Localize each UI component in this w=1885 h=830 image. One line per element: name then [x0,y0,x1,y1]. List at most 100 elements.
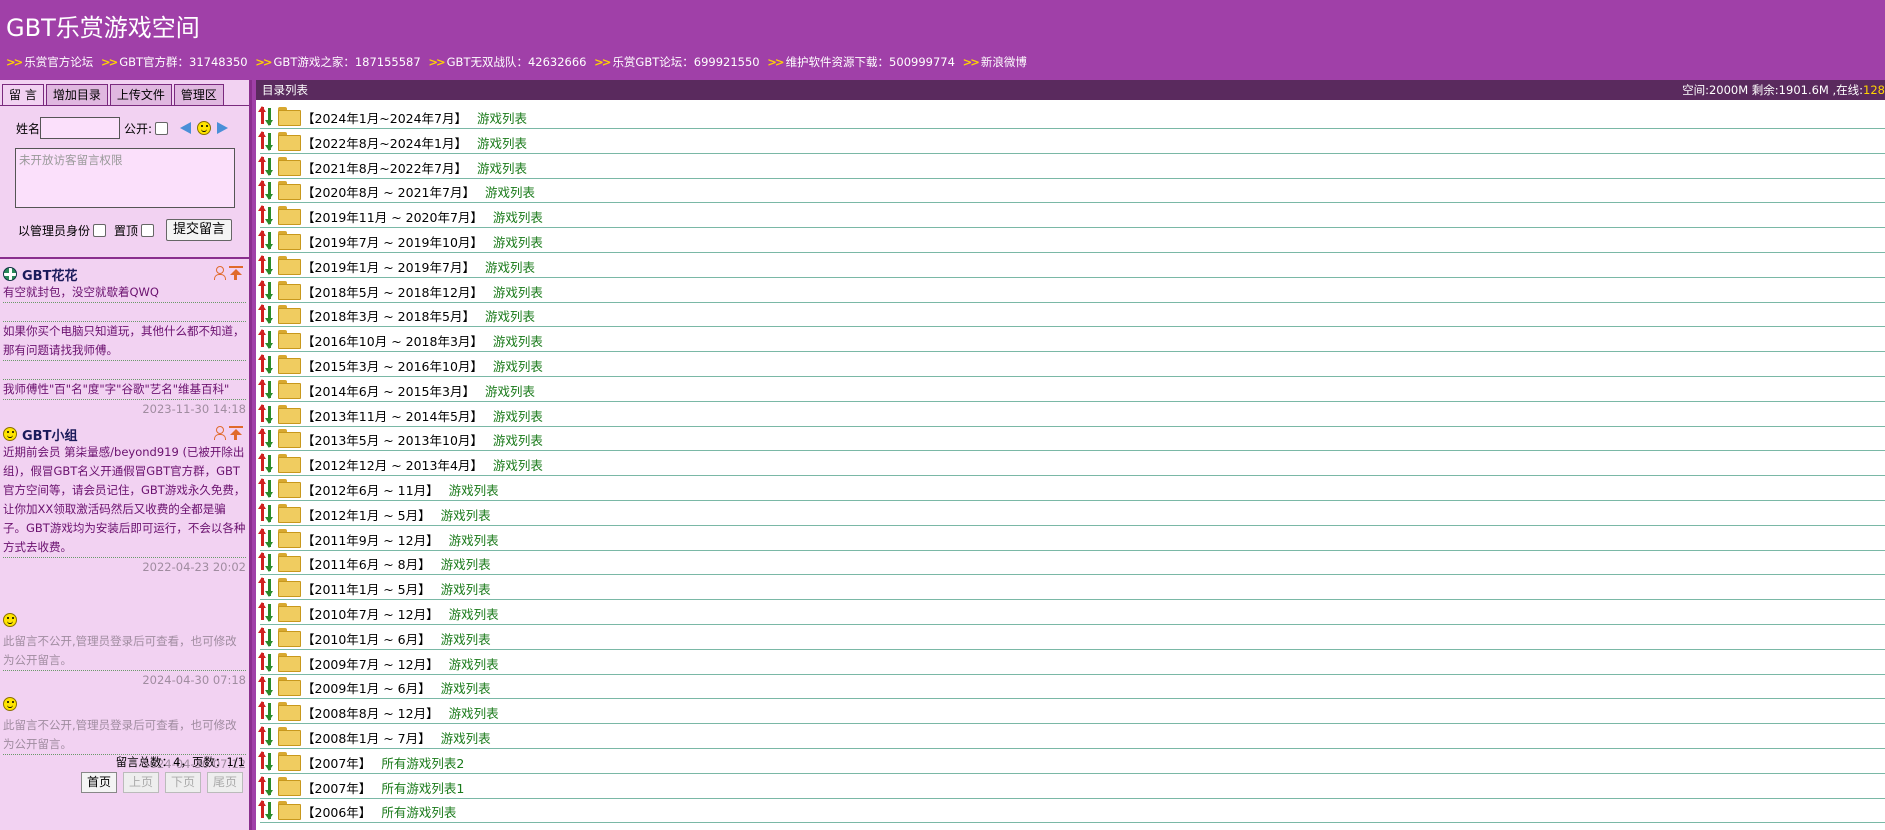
directory-name[interactable]: 【2019年7月 ~ 2019年10月】 [302,232,483,251]
folder-icon[interactable] [278,702,301,722]
game-list-link[interactable]: 游戏列表 [441,728,491,747]
directory-name[interactable]: 【2012年12月 ~ 2013年4月】 [302,455,483,474]
directory-name[interactable]: 【2013年11月 ~ 2014年5月】 [302,406,483,425]
folder-icon[interactable] [278,553,301,573]
folder-icon[interactable] [278,528,301,548]
sort-order-icon[interactable] [258,676,274,697]
sort-order-icon[interactable] [258,403,274,424]
game-list-link[interactable]: 游戏列表 [449,604,499,623]
directory-name[interactable]: 【2011年1月 ~ 5月】 [302,579,431,598]
folder-icon[interactable] [278,652,301,672]
folder-icon[interactable] [278,107,301,126]
folder-icon[interactable] [278,404,301,424]
folder-icon[interactable] [278,255,301,275]
directory-name[interactable]: 【2021年8月~2022年7月】 [302,158,467,177]
folder-icon[interactable] [278,751,301,771]
sort-order-icon[interactable] [258,180,274,201]
game-list-link[interactable]: 游戏列表 [477,133,527,152]
sort-order-icon[interactable] [258,527,274,548]
directory-name[interactable]: 【2010年7月 ~ 12月】 [302,604,439,623]
first-page-button[interactable]: 首页 [80,772,117,793]
folder-icon[interactable] [278,305,301,325]
sort-order-icon[interactable] [258,304,274,325]
sort-order-icon[interactable] [258,453,274,474]
prev-emoji-icon[interactable] [180,122,192,134]
game-list-link[interactable]: 游戏列表 [449,530,499,549]
directory-name[interactable]: 【2012年1月 ~ 5月】 [302,505,431,524]
game-list-link[interactable]: 游戏列表 [477,108,527,127]
header-link-weibo[interactable]: >> 新浪微博 [963,55,1027,69]
directory-name[interactable]: 【2007年】 [302,753,371,772]
game-list-link[interactable]: 游戏列表 [493,282,543,301]
game-list-link[interactable]: 游戏列表 [441,678,491,697]
game-list-link[interactable]: 游戏列表 [449,654,499,673]
admin-checkbox[interactable] [93,223,107,237]
folder-icon[interactable] [278,206,301,226]
folder-icon[interactable] [278,603,301,622]
tab-guestbook[interactable]: 留 言 [2,84,44,106]
folder-icon[interactable] [278,727,301,746]
folder-icon[interactable] [278,131,301,151]
game-list-link[interactable]: 游戏列表 [485,306,535,325]
game-list-link[interactable]: 游戏列表 [449,480,499,499]
sort-order-icon[interactable] [258,775,274,796]
directory-name[interactable]: 【2012年6月 ~ 11月】 [302,480,439,499]
pin-checkbox[interactable] [141,223,155,237]
game-list-link[interactable]: 所有游戏列表1 [381,778,464,797]
game-list-link[interactable]: 游戏列表 [493,207,543,226]
folder-icon[interactable] [278,379,301,399]
sort-order-icon[interactable] [258,378,274,399]
folder-icon[interactable] [278,627,301,647]
header-link-forum[interactable]: >> 乐赏官方论坛 [6,55,93,69]
game-list-link[interactable]: 游戏列表 [441,629,491,648]
folder-icon[interactable] [278,280,301,300]
sort-order-icon[interactable] [258,626,274,647]
sort-order-icon[interactable] [258,750,274,771]
game-list-link[interactable]: 游戏列表 [441,554,491,573]
game-list-link[interactable]: 游戏列表 [493,232,543,251]
smiley-icon[interactable] [197,121,212,135]
last-page-button[interactable]: 尾页 [206,772,243,793]
sort-order-icon[interactable] [258,230,274,250]
sort-order-icon[interactable] [258,726,274,746]
directory-name[interactable]: 【2019年1月 ~ 2019年7月】 [302,257,475,276]
message-textarea[interactable]: 未开放访客留言权限 [15,148,235,208]
game-list-link[interactable]: 游戏列表 [485,257,535,276]
folder-icon[interactable] [278,355,301,374]
folder-icon[interactable] [278,231,301,250]
game-list-link[interactable]: 游戏列表 [441,505,491,524]
directory-name[interactable]: 【2011年9月 ~ 12月】 [302,530,439,549]
directory-name[interactable]: 【2009年7月 ~ 12月】 [302,654,439,673]
directory-name[interactable]: 【2010年1月 ~ 6月】 [302,629,431,648]
sort-order-icon[interactable] [258,279,274,300]
sort-order-icon[interactable] [258,602,274,622]
game-list-link[interactable]: 游戏列表 [485,182,535,201]
header-link-home-group[interactable]: >> GBT游戏之家：187155587 [255,55,420,69]
directory-name[interactable]: 【2011年6月 ~ 8月】 [302,554,431,573]
sort-order-icon[interactable] [258,701,274,722]
directory-name[interactable]: 【2013年5月 ~ 2013年10月】 [302,430,483,449]
prev-page-button[interactable]: 上页 [122,772,159,793]
directory-name[interactable]: 【2015年3月 ~ 2016年10月】 [302,356,483,375]
directory-name[interactable]: 【2018年3月 ~ 2018年5月】 [302,306,475,325]
tab-upload[interactable]: 上传文件 [109,84,172,106]
tab-add-directory[interactable]: 增加目录 [45,84,108,106]
folder-icon[interactable] [278,429,301,449]
sort-order-icon[interactable] [258,478,274,498]
directory-name[interactable]: 【2016年10月 ~ 2018年3月】 [302,331,483,350]
folder-icon[interactable] [278,479,301,498]
pin-top-icon[interactable] [229,426,243,440]
pin-top-icon[interactable] [229,266,243,280]
sort-order-icon[interactable] [258,329,274,350]
sort-order-icon[interactable] [258,428,274,449]
folder-icon[interactable] [278,181,301,201]
game-list-link[interactable]: 游戏列表 [493,430,543,449]
folder-icon[interactable] [278,156,301,176]
sort-order-icon[interactable] [258,502,274,523]
sort-order-icon[interactable] [258,800,274,821]
header-link-software[interactable]: >> 维护软件资源下载：500999774 [767,55,955,69]
header-link-gbt-forum[interactable]: >> 乐赏GBT论坛：699921550 [594,55,759,69]
directory-name[interactable]: 【2018年5月 ~ 2018年12月】 [302,282,483,301]
directory-name[interactable]: 【2020年8月 ~ 2021年7月】 [302,182,475,201]
sort-order-icon[interactable] [258,205,274,226]
